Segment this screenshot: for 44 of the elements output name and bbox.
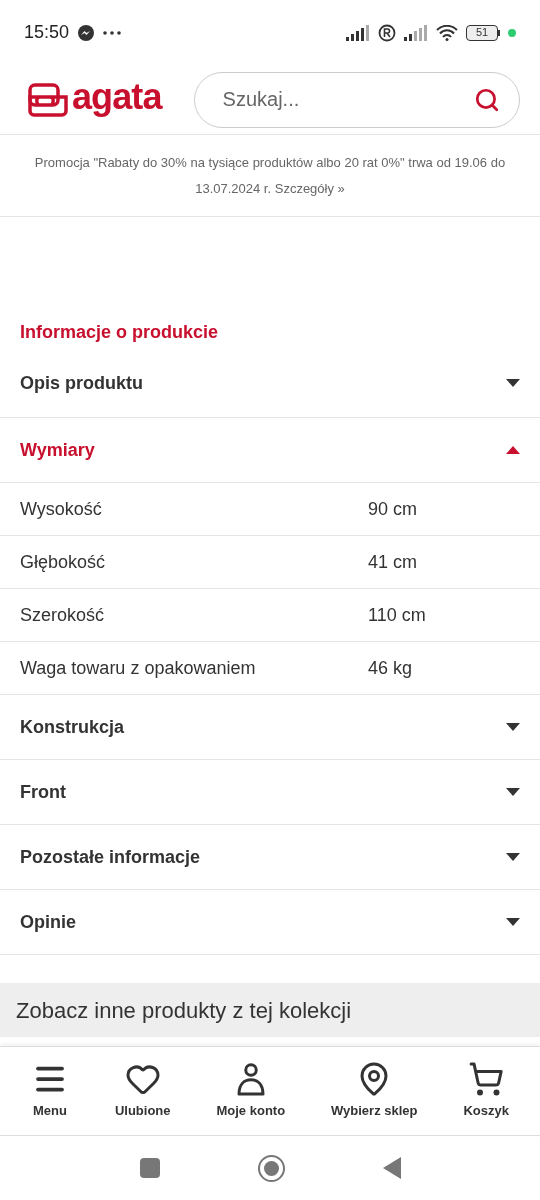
back-button[interactable]: [382, 1157, 401, 1179]
accordion-header[interactable]: Pozostałe informacje: [0, 825, 540, 889]
spec-value: 90 cm: [368, 497, 418, 521]
status-time: 15:50: [24, 21, 70, 44]
nav-item[interactable]: Menu: [26, 1061, 73, 1121]
details-link[interactable]: Szczegóły »: [274, 180, 345, 196]
signal-icon: [404, 24, 428, 41]
roaming-icon: [378, 23, 396, 42]
wifi-icon: [436, 24, 458, 41]
caret-up-icon: [506, 446, 520, 454]
section-title: Informacje o produkcie: [20, 320, 219, 344]
collection-heading: Zobacz inne produkty z tej kolekcji: [16, 996, 352, 1025]
spec-label: Wysokość: [20, 497, 103, 521]
nav-item[interactable]: Moje konto: [212, 1061, 290, 1121]
cart-icon: [467, 1061, 506, 1098]
spec-value: 41 cm: [368, 550, 418, 574]
nav-item[interactable]: Wybierz sklep: [327, 1061, 422, 1121]
spec-label: Szerokość: [20, 603, 106, 627]
caret-down-icon: [506, 853, 520, 861]
caret-down-icon: [506, 918, 520, 926]
nav-item[interactable]: Ulubione: [110, 1061, 175, 1121]
accordion-header[interactable]: Opis produktu: [0, 349, 540, 417]
search-field[interactable]: Szukaj...: [193, 71, 520, 128]
signal-icon: [346, 24, 370, 41]
more-icon: [103, 30, 122, 35]
accordion-header[interactable]: Konstrukcja: [0, 695, 540, 759]
promo-text: Promocja "Rabaty do 30% na tysiące produktów albo 20 rat 0%" trwa od 19.06 do 13.07.2024 r. Szczegóły »: [33, 153, 507, 198]
spec-label: Waga towaru z opakowaniem: [20, 656, 257, 680]
spec-value: 110 cm: [368, 603, 426, 627]
search-icon[interactable]: [474, 86, 500, 113]
caret-down-icon: [506, 723, 520, 731]
spec-value: 46 kg: [368, 656, 413, 680]
caret-down-icon: [506, 788, 520, 796]
logo[interactable]: agata: [28, 78, 162, 121]
nav-item[interactable]: Koszyk: [459, 1061, 513, 1121]
accordion-header[interactable]: Opinie: [0, 890, 540, 954]
accordion-header[interactable]: Wymiary: [0, 418, 540, 482]
home-button[interactable]: [257, 1154, 285, 1182]
messenger-icon: [77, 23, 96, 42]
battery-icon: 51: [466, 24, 500, 41]
accordion-header[interactable]: Front: [0, 760, 540, 824]
spec-label: Głębokość: [20, 550, 107, 574]
caret-down-icon: [506, 379, 520, 387]
recents-button[interactable]: [139, 1158, 160, 1178]
